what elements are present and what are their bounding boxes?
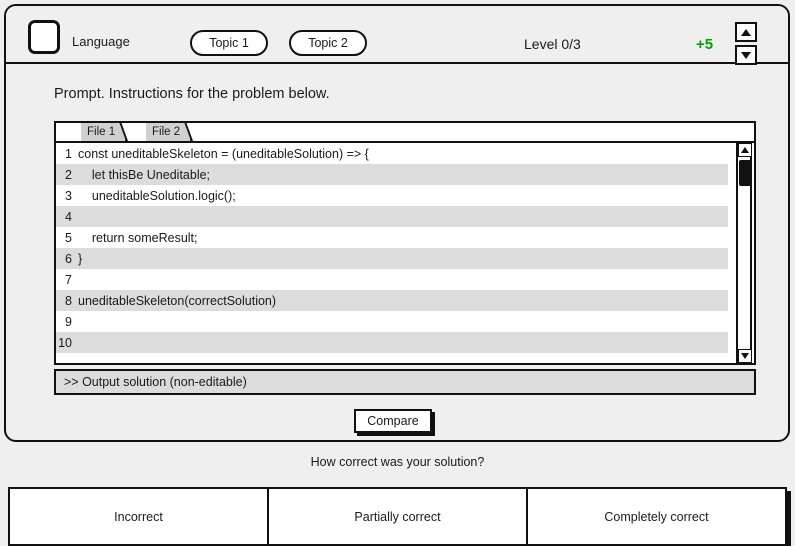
topic-1-button[interactable]: Topic 1	[190, 30, 268, 56]
level-indicator: Level 0/3	[524, 36, 581, 52]
feedback-option-3[interactable]: Completely correct	[528, 487, 787, 546]
tab-file-1[interactable]: File 1	[81, 123, 136, 141]
code-line[interactable]: 8 uneditableSkeleton(correctSolution)	[56, 290, 728, 311]
feedback-option-label: Completely correct	[604, 509, 709, 524]
line-number: 4	[65, 209, 72, 224]
line-text: return someResult;	[78, 230, 198, 245]
line-number: 1	[65, 146, 72, 161]
scroll-up-button[interactable]	[738, 143, 752, 157]
tab-file-2-label: File 2	[152, 126, 181, 138]
editor-vertical-scrollbar[interactable]	[736, 143, 752, 363]
triangle-down-icon	[741, 51, 751, 59]
feedback-question: How correct was your solution?	[310, 455, 485, 469]
scroll-down-arrow-icon	[741, 353, 749, 359]
line-number: 8	[65, 293, 72, 308]
stepper-up-button[interactable]	[735, 22, 757, 42]
app-window: Language Topic 1 Topic 2 Level 0/3 +5 Pr…	[4, 4, 790, 442]
line-number: 7	[65, 272, 72, 287]
tab-file-2[interactable]: File 2	[146, 123, 201, 141]
code-line[interactable]: 7	[56, 269, 728, 290]
code-line[interactable]: 9	[56, 311, 728, 332]
line-number: 9	[65, 314, 72, 329]
top-toolbar: Language Topic 1 Topic 2 Level 0/3 +5	[6, 6, 788, 66]
editor-panel: File 1 File 2 1 const uneditableSkeleton …	[54, 121, 756, 398]
topic-2-button[interactable]: Topic 2	[289, 30, 367, 56]
feedback-option-label: Partially correct	[354, 509, 441, 524]
score-badge: +5	[696, 36, 714, 53]
score-stepper	[735, 22, 757, 66]
prompt-text: Prompt. Instructions for the problem bel…	[54, 86, 330, 102]
feedback-option-1[interactable]: Incorrect	[8, 487, 269, 546]
line-number: 5	[65, 230, 72, 245]
language-selector-checkbox[interactable]	[28, 20, 60, 54]
scrollbar-thumb[interactable]	[739, 160, 751, 186]
line-number: 6	[65, 251, 72, 266]
line-number: 2	[65, 167, 72, 182]
code-line[interactable]: 1 const uneditableSkeleton = (uneditableS…	[56, 143, 728, 164]
line-text: let thisBe Uneditable;	[78, 167, 211, 182]
code-editor[interactable]: 1 const uneditableSkeleton = (uneditableS…	[54, 143, 756, 365]
feedback-option-label: Incorrect	[114, 509, 163, 524]
stepper-down-button[interactable]	[735, 45, 757, 65]
output-console: >> Output solution (non-editable)	[54, 369, 756, 395]
code-line[interactable]: 6}	[56, 248, 728, 269]
feedback-option-2[interactable]: Partially correct	[269, 487, 528, 546]
line-text: uneditableSolution.logic();	[78, 188, 236, 203]
line-number: 10	[58, 335, 72, 350]
line-text: }	[78, 251, 83, 266]
line-number: 3	[65, 188, 72, 203]
scroll-up-arrow-icon	[741, 147, 749, 153]
line-text: const uneditableSkeleton = (uneditableSo…	[78, 146, 369, 161]
compare-button[interactable]: Compare	[354, 409, 432, 433]
code-line[interactable]: 4	[56, 206, 728, 227]
triangle-up-icon	[741, 28, 751, 36]
tab-file-1-label: File 1	[87, 126, 116, 138]
code-line[interactable]: 10	[56, 332, 728, 353]
code-line[interactable]: 3 uneditableSolution.logic();	[56, 185, 728, 206]
tab-slant-edge	[184, 123, 201, 141]
tab-slant-edge	[119, 123, 136, 141]
file-tab-strip: File 1 File 2	[54, 121, 756, 143]
code-lines: 1 const uneditableSkeleton = (uneditableS…	[56, 143, 728, 363]
feedback-options: Incorrect Partially correct Completely cor…	[8, 487, 787, 546]
line-text: uneditableSkeleton(correctSolution)	[78, 293, 277, 308]
code-line[interactable]: 5 return someResult;	[56, 227, 728, 248]
code-line[interactable]: 2 let thisBe Uneditable;	[56, 164, 728, 185]
scroll-down-button[interactable]	[738, 349, 752, 363]
language-label: Language	[72, 34, 130, 49]
